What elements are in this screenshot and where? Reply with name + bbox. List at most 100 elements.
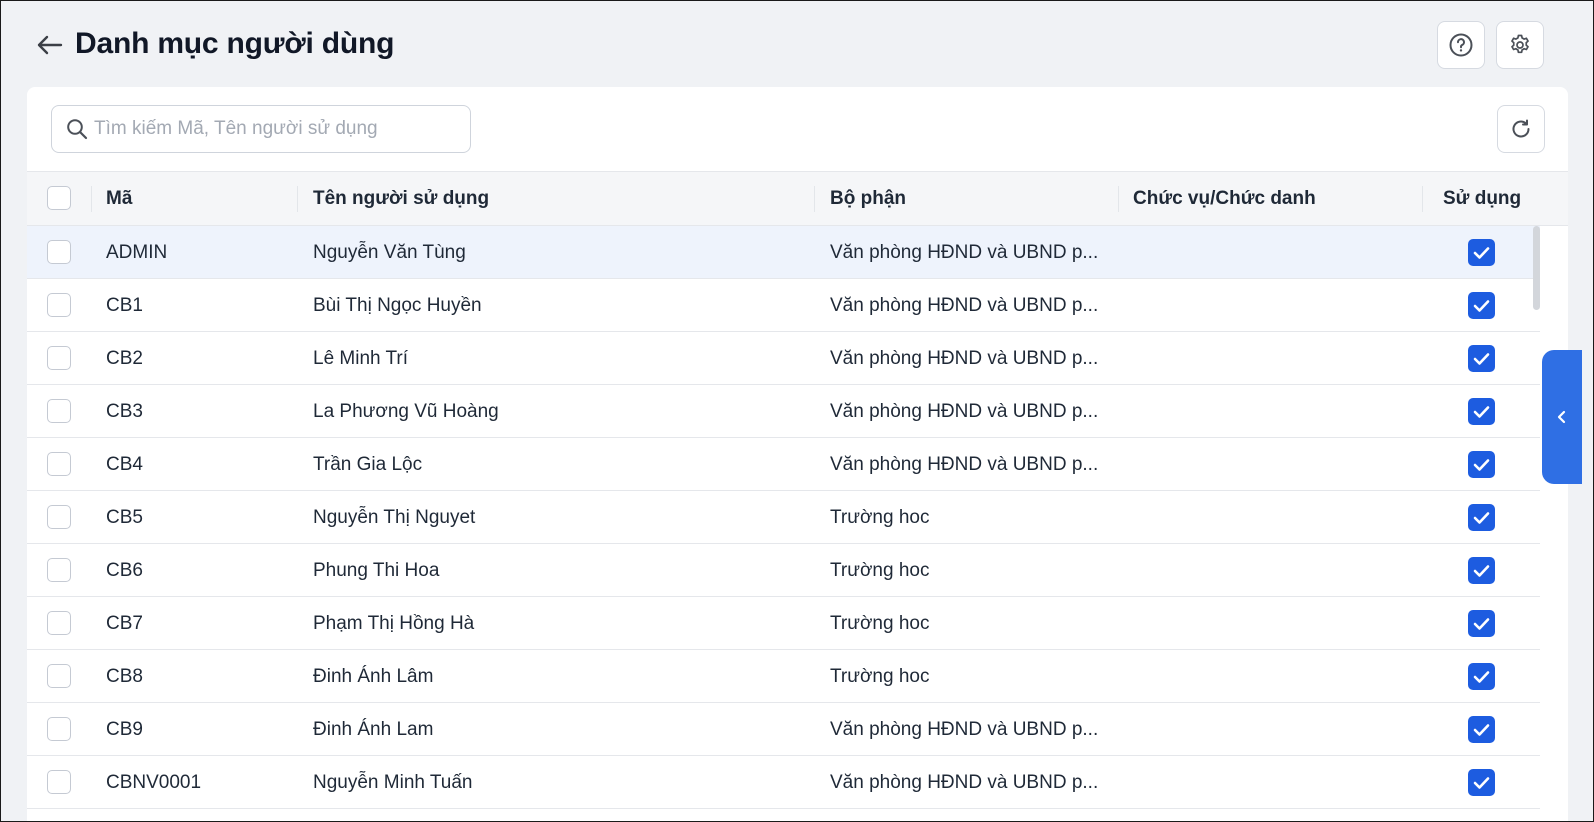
checkmark-icon — [1473, 670, 1490, 683]
table-row[interactable]: CB4 Trần Gia Lộc Văn phòng HĐND và UBND p.… — [27, 438, 1540, 491]
row-select-checkbox[interactable] — [47, 558, 71, 582]
row-select-checkbox[interactable] — [47, 770, 71, 794]
search-field[interactable] — [51, 105, 471, 153]
help-button[interactable] — [1437, 21, 1485, 69]
active-checkbox[interactable] — [1468, 398, 1495, 425]
active-checkbox[interactable] — [1468, 716, 1495, 743]
checkmark-icon — [1473, 405, 1490, 418]
active-checkbox[interactable] — [1468, 239, 1495, 266]
row-select-checkbox[interactable] — [47, 505, 71, 529]
table-row[interactable]: CB5 Nguyễn Thị Nguyet Trường hoc — [27, 491, 1540, 544]
cell-department: Văn phòng HĐND và UBND p... — [830, 454, 1099, 475]
cell-code: CB2 — [106, 348, 143, 369]
checkmark-icon — [1473, 617, 1490, 630]
settings-button[interactable] — [1496, 21, 1544, 69]
gear-icon — [1511, 34, 1529, 54]
cell-name: Trần Gia Lộc — [313, 454, 423, 475]
active-checkbox[interactable] — [1468, 610, 1495, 637]
cell-code: CB4 — [106, 454, 143, 475]
page-header: Danh mục người dùng — [0, 0, 1594, 86]
table-body: ADMIN Nguyễn Văn Tùng Văn phòng HĐND và UB… — [27, 226, 1568, 809]
cell-name: Lê Minh Trí — [313, 348, 409, 369]
checkmark-icon — [1473, 511, 1490, 524]
table-row[interactable]: CB7 Phạm Thị Hồng Hà Trường hoc — [27, 597, 1540, 650]
cell-department: Văn phòng HĐND và UBND p... — [830, 348, 1099, 369]
active-checkbox[interactable] — [1468, 292, 1495, 319]
search-icon — [66, 118, 88, 140]
column-header-position[interactable]: Chức vụ/Chức danh — [1133, 172, 1316, 225]
active-checkbox[interactable] — [1468, 769, 1495, 796]
row-select-checkbox[interactable] — [47, 664, 71, 688]
checkmark-icon — [1473, 246, 1490, 259]
table-row[interactable]: CB2 Lê Minh Trí Văn phòng HĐND và UBND p..… — [27, 332, 1540, 385]
cell-code: CB9 — [106, 719, 143, 740]
cell-code: CB1 — [106, 295, 143, 316]
column-header-name[interactable]: Tên người sử dụng — [313, 172, 489, 225]
cell-code: CB6 — [106, 560, 143, 581]
refresh-icon — [1512, 119, 1530, 138]
row-select-checkbox[interactable] — [47, 293, 71, 317]
cell-department: Trường hoc — [830, 560, 930, 581]
table-scrollbar[interactable] — [1533, 226, 1541, 822]
back-button[interactable] — [34, 30, 64, 60]
cell-code: CBNV0001 — [106, 772, 202, 793]
column-divider — [297, 186, 298, 212]
table-row[interactable]: CB6 Phung Thi Hoa Trường hoc — [27, 544, 1540, 597]
table-row[interactable]: CBNV0001 Nguyễn Minh Tuấn Văn phòng HĐND v… — [27, 756, 1540, 809]
column-divider — [1422, 186, 1423, 212]
checkmark-icon — [1473, 776, 1490, 789]
row-select-checkbox[interactable] — [47, 717, 71, 741]
active-checkbox[interactable] — [1468, 451, 1495, 478]
row-select-checkbox[interactable] — [47, 346, 71, 370]
active-checkbox[interactable] — [1468, 504, 1495, 531]
row-select-checkbox[interactable] — [47, 240, 71, 264]
scrollbar-thumb[interactable] — [1533, 226, 1540, 310]
refresh-button[interactable] — [1497, 105, 1545, 153]
cell-code: CB8 — [106, 666, 143, 687]
table-row[interactable]: CB1 Bùi Thị Ngọc Huyền Văn phòng HĐND và U… — [27, 279, 1540, 332]
column-header-code[interactable]: Mã — [106, 172, 132, 225]
table-row[interactable]: CB9 Đinh Ánh Lam Văn phòng HĐND và UBND p.… — [27, 703, 1540, 756]
cell-name: Bùi Thị Ngọc Huyền — [313, 295, 482, 316]
column-divider — [814, 186, 815, 212]
checkmark-icon — [1473, 723, 1490, 736]
cell-department: Trường hoc — [830, 613, 930, 634]
user-list-card: Mã Tên người sử dụng Bộ phận Chức vụ/Chứ… — [27, 87, 1568, 822]
cell-name: Đinh Ánh Lam — [313, 719, 434, 740]
column-header-active[interactable]: Sử dụng — [1443, 172, 1521, 225]
checkmark-icon — [1473, 299, 1490, 312]
cell-department: Văn phòng HĐND và UBND p... — [830, 401, 1099, 422]
arrow-left-icon — [37, 35, 63, 55]
row-select-checkbox[interactable] — [47, 399, 71, 423]
active-checkbox[interactable] — [1468, 345, 1495, 372]
column-header-department[interactable]: Bộ phận — [830, 172, 906, 225]
cell-name: Phạm Thị Hồng Hà — [313, 613, 475, 634]
cell-department: Văn phòng HĐND và UBND p... — [830, 719, 1099, 740]
cell-code: CB7 — [106, 613, 143, 634]
active-checkbox[interactable] — [1468, 663, 1495, 690]
table-row[interactable]: ADMIN Nguyễn Văn Tùng Văn phòng HĐND và UB… — [27, 226, 1540, 279]
row-select-checkbox[interactable] — [47, 611, 71, 635]
page-title: Danh mục người dùng — [75, 27, 395, 60]
cell-department: Trường hoc — [830, 507, 930, 528]
cell-name: Phung Thi Hoa — [313, 560, 440, 581]
search-input[interactable] — [94, 118, 470, 140]
select-all-checkbox[interactable] — [47, 186, 71, 210]
row-select-checkbox[interactable] — [47, 452, 71, 476]
table-header: Mã Tên người sử dụng Bộ phận Chức vụ/Chứ… — [27, 171, 1568, 226]
cell-code: CB3 — [106, 401, 143, 422]
question-circle-icon — [1449, 33, 1473, 57]
column-divider — [91, 186, 92, 212]
cell-code: CB5 — [106, 507, 143, 528]
table-row[interactable]: CB8 Đinh Ánh Lâm Trường hoc — [27, 650, 1540, 703]
side-panel-toggle[interactable] — [1542, 350, 1582, 484]
cell-department: Văn phòng HĐND và UBND p... — [830, 772, 1099, 793]
cell-name: Nguyễn Minh Tuấn — [313, 772, 473, 793]
cell-name: Nguyễn Thị Nguyet — [313, 507, 476, 528]
cell-code: ADMIN — [106, 242, 168, 263]
table-row[interactable]: CB3 La Phương Vũ Hoàng Văn phòng HĐND và U… — [27, 385, 1540, 438]
column-divider — [1118, 186, 1119, 212]
active-checkbox[interactable] — [1468, 557, 1495, 584]
cell-department: Văn phòng HĐND và UBND p... — [830, 295, 1099, 316]
checkmark-icon — [1473, 458, 1490, 471]
